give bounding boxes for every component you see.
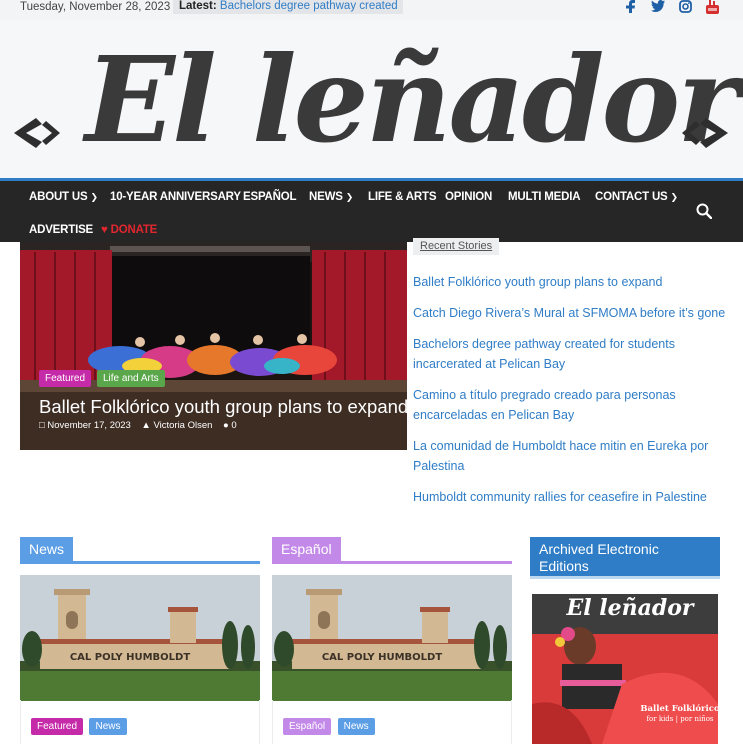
nav-label: News [309,191,343,203]
search-icon[interactable] [696,203,712,219]
logo-left-chevron-icon [14,118,60,148]
chevron-down-icon: ❯ [670,192,679,202]
comment-count[interactable]: 0 [231,420,236,431]
recent-stories-tab[interactable]: Recent Stories [413,238,500,255]
chevron-down-icon: ❯ [345,192,354,202]
cover-subcaption: for kids | por niños [646,715,713,723]
calendar-icon: □ [39,420,45,431]
nav-label: Contact Us [595,191,668,203]
espanol-section-title[interactable]: Español [272,537,341,562]
magazine-cover-image: El leñador Ballet Folklórico for kids | … [532,594,718,744]
nav-news[interactable]: News ❯ [309,191,353,203]
recent-stories-list: Ballet Folklórico youth group plans to e… [413,272,733,518]
site-header: El leñador [0,20,743,178]
featured-story[interactable]: Featured Life and Arts Ballet Folklórico… [20,242,407,450]
nav-espanol[interactable]: Español [243,191,297,203]
nav-label: About Us [29,191,88,203]
logo-right-chevron-icon [682,118,728,148]
cover-logo: El leñador [565,595,694,621]
latest-link[interactable]: Bachelors degree pathway created [220,0,398,12]
recent-story-link[interactable]: Bachelors degree pathway created for stu… [413,334,733,374]
news-card-tags: Featured News [31,716,129,735]
sign-text: CAL POLY HUMBOLDT [322,652,443,663]
news-tag[interactable]: News [337,718,375,735]
recent-story-link[interactable]: La comunidad de Humboldt hace mitin en E… [413,436,733,476]
nav-advertise[interactable]: Advertise [29,224,93,236]
twitter-icon[interactable] [651,0,665,12]
campus-sign-image: CAL POLY HUMBOLDT [20,575,260,701]
recent-story-link[interactable]: Ballet Folklórico youth group plans to e… [413,272,733,292]
main-nav: About Us ❯ 10-Year Anniversary Español Ne… [0,178,743,242]
featured-story-meta: □ November 17, 2023 ▲ Victoria Olsen ● 0 [39,420,237,431]
espanol-section-header: Español [272,537,512,564]
facebook-icon[interactable] [626,0,635,13]
news-tag[interactable]: News [89,718,127,735]
user-icon: ▲ [141,420,151,431]
heart-icon: ♥ [101,224,108,236]
archived-editions-header[interactable]: Archived Electronic Editions [530,537,720,579]
nav-life-arts[interactable]: Life & Arts [368,191,436,203]
nav-multi-media[interactable]: Multi Media [508,191,581,203]
instagram-icon[interactable] [679,0,692,13]
recent-story-link[interactable]: Camino a título pregrado creado para per… [413,385,733,425]
post-author[interactable]: Victoria Olsen [153,420,212,431]
news-section-title[interactable]: News [20,537,74,562]
espanol-card-tags: Español News [283,716,377,735]
site-logo[interactable]: El leñador [85,25,739,175]
top-bar: Tuesday, November 28, 2023 Latest: Bache… [0,0,743,20]
nav-about-us[interactable]: About Us ❯ [29,191,98,203]
chevron-down-icon: ❯ [90,192,98,202]
featured-image [20,242,407,450]
cover-caption: Ballet Folklórico [640,703,718,714]
featured-badge[interactable]: Featured [39,370,92,387]
news-section-header: News [20,537,260,564]
featured-tag[interactable]: Featured [31,718,84,735]
news-card-image[interactable]: CAL POLY HUMBOLDT [20,575,260,701]
section-divider [20,561,260,564]
post-date[interactable]: November 17, 2023 [47,420,130,431]
campus-sign-image: CAL POLY HUMBOLDT [272,575,512,701]
comment-icon: ● [222,420,229,431]
recent-story-link[interactable]: Humboldt community rallies for ceasefire… [413,487,733,507]
latest-label: Latest: [179,0,217,12]
life-and-arts-badge[interactable]: Life and Arts [97,370,165,387]
nav-opinion[interactable]: Opinion [445,191,492,203]
latest-ticker[interactable]: Latest: Bachelors degree pathway created [173,0,403,14]
nav-10-year-anniversary[interactable]: 10-Year Anniversary [110,191,241,203]
youtube-icon[interactable] [706,0,719,14]
current-date: Tuesday, November 28, 2023 [20,1,171,13]
nav-contact-us[interactable]: Contact Us ❯ [595,191,678,203]
espanol-card-image[interactable]: CAL POLY HUMBOLDT [272,575,512,701]
section-divider [272,561,512,564]
nav-donate[interactable]: ♥ Donate [101,224,157,236]
nav-label: Donate [110,224,158,236]
espanol-tag[interactable]: Español [283,718,332,735]
recent-story-link[interactable]: Catch Diego Rivera’s Mural at SFMOMA bef… [413,303,733,323]
sign-text: CAL POLY HUMBOLDT [70,652,191,663]
archived-edition-cover[interactable]: El leñador Ballet Folklórico for kids | … [532,594,718,744]
featured-story-title[interactable]: Ballet Folklórico youth group plans to e… [39,396,407,418]
